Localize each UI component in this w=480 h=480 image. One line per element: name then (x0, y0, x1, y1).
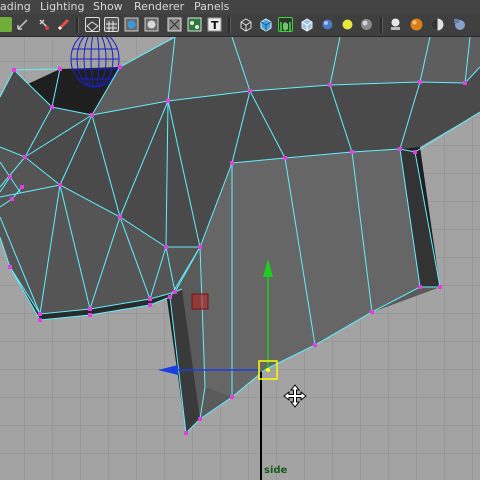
sphere-shade-icon[interactable] (359, 17, 374, 32)
grid-toggle-icon[interactable] (104, 17, 119, 32)
magnet-snap-icon[interactable] (36, 17, 51, 32)
maya-viewport-window: ading Lighting Show Renderer Panels T si… (0, 0, 480, 480)
panel-menubar: ading Lighting Show Renderer Panels (0, 0, 480, 14)
wireframe-cube-icon[interactable] (238, 17, 253, 32)
side-viewport[interactable]: side (0, 37, 480, 480)
selected-component-marker[interactable] (191, 293, 209, 310)
hud-head-icon[interactable] (388, 17, 403, 32)
xray-icon[interactable] (85, 17, 100, 32)
isolate-select-icon[interactable] (278, 17, 293, 32)
texture-icon[interactable] (187, 17, 202, 32)
svg-text:T: T (211, 19, 219, 32)
smooth-shade-icon[interactable] (124, 17, 139, 32)
menu-shading[interactable]: ading (0, 0, 31, 13)
xray-cube-icon[interactable] (299, 17, 314, 32)
checker-icon[interactable] (340, 17, 355, 32)
bounding-box-icon[interactable] (167, 17, 182, 32)
menu-renderer[interactable]: Renderer (134, 0, 184, 13)
shaded-cube-icon[interactable] (258, 17, 273, 32)
text-icon[interactable]: T (207, 17, 222, 32)
uv-tool-icon[interactable] (15, 17, 30, 32)
camera-name-label: side (264, 465, 288, 476)
light-bulb-icon[interactable] (320, 17, 335, 32)
menu-show[interactable]: Show (93, 0, 123, 13)
menu-panels[interactable]: Panels (194, 0, 229, 13)
move-cursor-icon (283, 384, 307, 408)
orange-sphere-icon[interactable] (409, 17, 424, 32)
panel-toolbar: T (0, 14, 480, 37)
bottle-icon[interactable] (452, 17, 467, 32)
pivot-point (266, 368, 270, 372)
flat-shade-icon[interactable] (144, 17, 159, 32)
half-sphere-icon[interactable] (430, 17, 445, 32)
paint-icon[interactable] (56, 17, 71, 32)
dolly-icon[interactable] (0, 17, 12, 32)
menu-lighting[interactable]: Lighting (40, 0, 84, 13)
viewport-scene[interactable] (0, 37, 480, 480)
